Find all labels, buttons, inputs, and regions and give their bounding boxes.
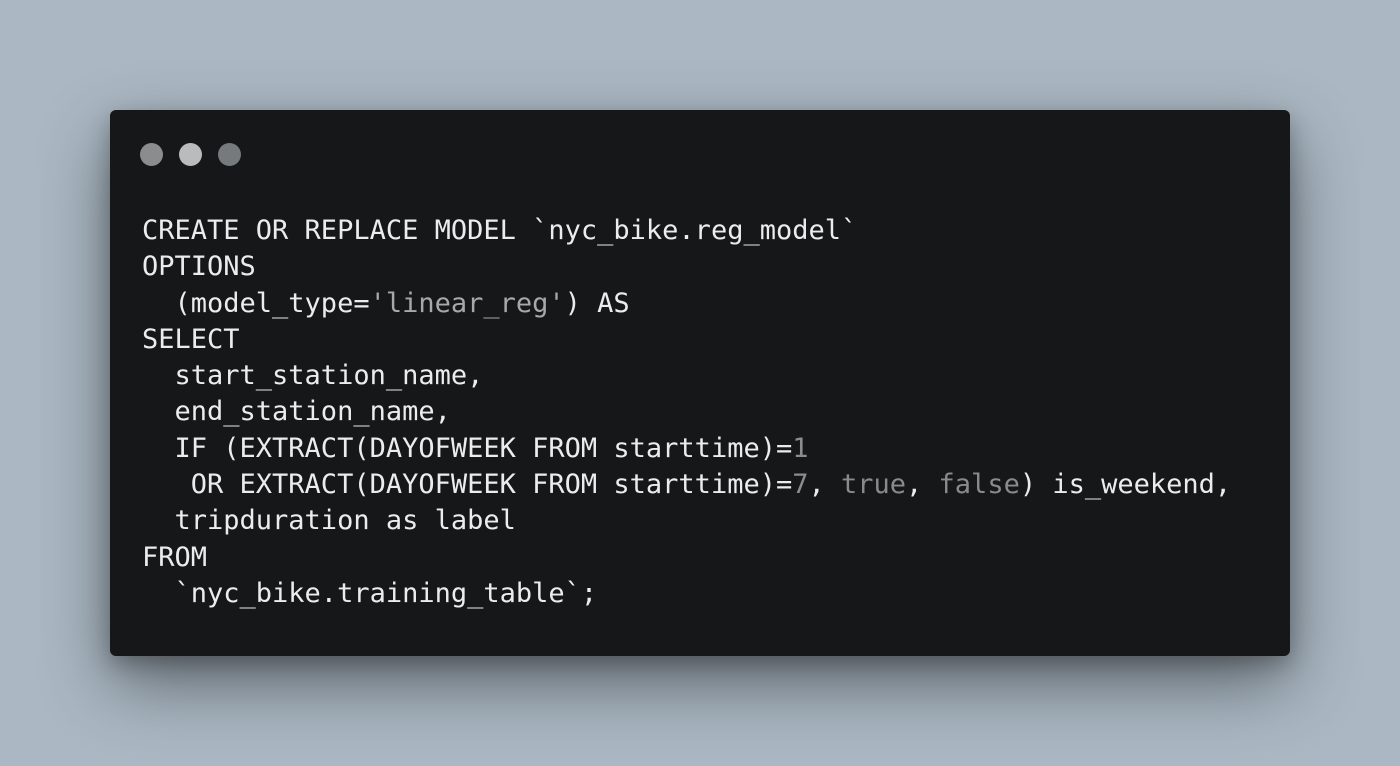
code-token-plain: end_station_name, [142,396,451,428]
code-token-bool: false [938,469,1020,501]
code-line: SELECT [142,322,1231,358]
code-token-plain: tripduration as label [142,505,516,537]
window-controls [140,143,241,166]
code-token-plain: , [906,469,939,501]
code-token-plain: , [808,469,841,501]
code-window: CREATE OR REPLACE MODEL `nyc_bike.reg_mo… [110,110,1290,656]
close-button[interactable] [140,143,163,166]
code-token-number: 7 [792,469,809,501]
code-line: start_station_name, [142,358,1231,394]
code-token-plain: ) is_weekend, [1019,469,1232,501]
code-token-plain: OPTIONS [142,251,256,283]
code-line: OPTIONS [142,249,1231,285]
code-line: OR EXTRACT(DAYOFWEEK FROM starttime)=7, … [142,467,1231,503]
code-line: FROM [142,540,1231,576]
code-token-plain: SELECT [142,323,240,355]
minimize-button[interactable] [179,143,202,166]
code-token-plain: start_station_name, [142,360,484,392]
code-token-plain: `nyc_bike.training_table`; [142,577,598,609]
code-block: CREATE OR REPLACE MODEL `nyc_bike.reg_mo… [142,213,1231,612]
code-line: (model_type='linear_reg') AS [142,286,1231,322]
code-line: IF (EXTRACT(DAYOFWEEK FROM starttime)=1 [142,431,1231,467]
code-token-plain: FROM [142,541,208,573]
code-token-plain: IF (EXTRACT(DAYOFWEEK FROM starttime)= [142,432,793,464]
code-line: tripduration as label [142,503,1231,539]
code-token-plain: ) AS [564,287,630,319]
page-background: { "window": { "background": "#151718", "… [0,0,1400,766]
code-token-number: 1 [792,432,809,464]
code-token-plain: OR EXTRACT(DAYOFWEEK FROM starttime)= [142,469,793,501]
code-token-plain: (model_type= [142,287,370,319]
maximize-button[interactable] [218,143,241,166]
code-token-plain: CREATE OR REPLACE MODEL `nyc_bike.reg_mo… [142,215,858,246]
code-token-bool: true [841,469,907,501]
code-token-string: 'linear_reg' [369,287,565,319]
code-line: CREATE OR REPLACE MODEL `nyc_bike.reg_mo… [142,213,1231,249]
code-line: `nyc_bike.training_table`; [142,576,1231,612]
code-line: end_station_name, [142,394,1231,430]
